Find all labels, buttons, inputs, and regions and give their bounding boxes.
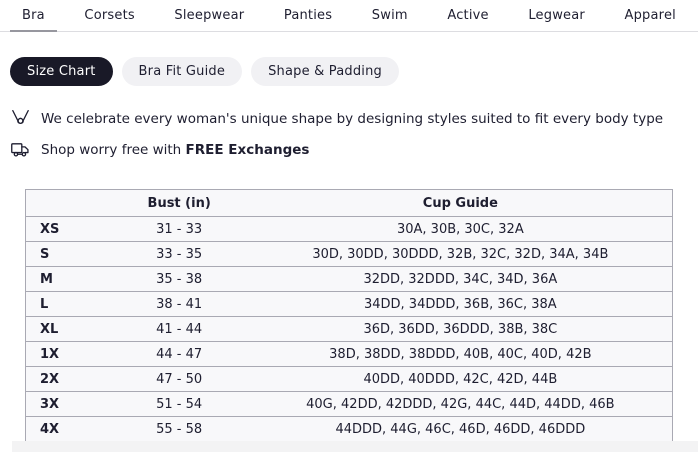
cup-guide-column-header: Cup Guide [249,190,673,217]
tab-label: Sleepwear [174,8,244,23]
table-row: 4X 55 - 58 44DDD, 44G, 46C, 46D, 46DD, 4… [26,417,673,442]
table-row: XS 31 - 33 30A, 30B, 30C, 32A [26,217,673,242]
size-label: S [26,242,110,267]
size-label: XS [26,217,110,242]
tab-active[interactable]: Active [435,0,500,32]
tab-corsets[interactable]: Corsets [72,0,146,32]
tab-apparel[interactable]: Apparel [613,0,688,32]
size-chart-body: XS 31 - 33 30A, 30B, 30C, 32A S 33 - 35 … [26,217,673,442]
table-row: XL 41 - 44 36D, 36DD, 36DDD, 38B, 38C [26,317,673,342]
table-row: 3X 51 - 54 40G, 42DD, 42DDD, 42G, 44C, 4… [26,392,673,417]
bust-range: 35 - 38 [110,267,249,292]
pill-label: Size Chart [27,64,96,79]
size-label: 2X [26,367,110,392]
bust-range: 47 - 50 [110,367,249,392]
size-label: 1X [26,342,110,367]
table-row: M 35 - 38 32DD, 32DDD, 34C, 34D, 36A [26,267,673,292]
tab-swim[interactable]: Swim [360,0,420,32]
tab-label: Apparel [625,8,676,23]
pill-label: Bra Fit Guide [139,64,226,79]
cup-sizes: 30D, 30DD, 30DDD, 32B, 32C, 32D, 34A, 34… [249,242,673,267]
bust-range: 33 - 35 [110,242,249,267]
table-header-row: Bust (in) Cup Guide [26,190,673,217]
size-label: M [26,267,110,292]
size-label: 4X [26,417,110,442]
bust-range: 44 - 47 [110,342,249,367]
filter-pills: Size Chart Bra Fit Guide Shape & Padding [10,57,698,86]
table-row: 1X 44 - 47 38D, 38DD, 38DDD, 40B, 40C, 4… [26,342,673,367]
cup-sizes: 36D, 36DD, 36DDD, 38B, 38C [249,317,673,342]
tab-bra[interactable]: Bra [10,0,57,32]
bust-range: 55 - 58 [110,417,249,442]
tab-label: Bra [22,8,45,23]
pill-shape-padding[interactable]: Shape & Padding [251,57,399,86]
size-chart-section: Bust (in) Cup Guide XS 31 - 33 30A, 30B,… [25,189,673,442]
cup-sizes: 34DD, 34DDD, 36B, 36C, 38A [249,292,673,317]
cup-sizes: 32DD, 32DDD, 34C, 34D, 36A [249,267,673,292]
pill-label: Shape & Padding [268,64,382,79]
table-row: S 33 - 35 30D, 30DD, 30DDD, 32B, 32C, 32… [26,242,673,267]
bust-range: 31 - 33 [110,217,249,242]
cup-sizes: 40G, 42DD, 42DDD, 42G, 44C, 44D, 44DD, 4… [249,392,673,417]
truck-icon [10,139,31,160]
tab-sleepwear[interactable]: Sleepwear [162,0,256,32]
size-label: 3X [26,392,110,417]
cup-sizes: 38D, 38DD, 38DDD, 40B, 40C, 40D, 42B [249,342,673,367]
horizontal-scrollbar[interactable] [12,441,698,452]
size-chart-table: Bust (in) Cup Guide XS 31 - 33 30A, 30B,… [25,189,673,442]
tab-label: Active [447,8,488,23]
tab-label: Legwear [528,8,585,23]
tab-label: Corsets [84,8,134,23]
cup-sizes: 30A, 30B, 30C, 32A [249,217,673,242]
bust-range: 51 - 54 [110,392,249,417]
tab-label: Swim [372,8,408,23]
pill-size-chart[interactable]: Size Chart [10,57,113,86]
bust-range: 41 - 44 [110,317,249,342]
pill-bra-fit-guide[interactable]: Bra Fit Guide [122,57,243,86]
bust-range: 38 - 41 [110,292,249,317]
message-free-exchanges: Shop worry free with FREE Exchanges [10,139,698,160]
cup-sizes: 40DD, 40DDD, 42C, 42D, 44B [249,367,673,392]
bust-column-header: Bust (in) [110,190,249,217]
size-column-header [26,190,110,217]
message-text: We celebrate every woman's unique shape … [41,111,663,127]
tab-panties[interactable]: Panties [272,0,344,32]
cup-sizes: 44DDD, 44G, 46C, 46D, 46DD, 46DDD [249,417,673,442]
bra-icon [10,108,31,129]
category-tabs: Bra Corsets Sleepwear Panties Swim Activ… [0,0,698,32]
tab-legwear[interactable]: Legwear [516,0,597,32]
message-body-positivity: We celebrate every woman's unique shape … [10,108,698,129]
table-row: 2X 47 - 50 40DD, 40DDD, 42C, 42D, 44B [26,367,673,392]
size-label: L [26,292,110,317]
message-text: Shop worry free with FREE Exchanges [41,142,309,158]
tab-label: Panties [284,8,332,23]
size-label: XL [26,317,110,342]
table-row: L 38 - 41 34DD, 34DDD, 36B, 36C, 38A [26,292,673,317]
